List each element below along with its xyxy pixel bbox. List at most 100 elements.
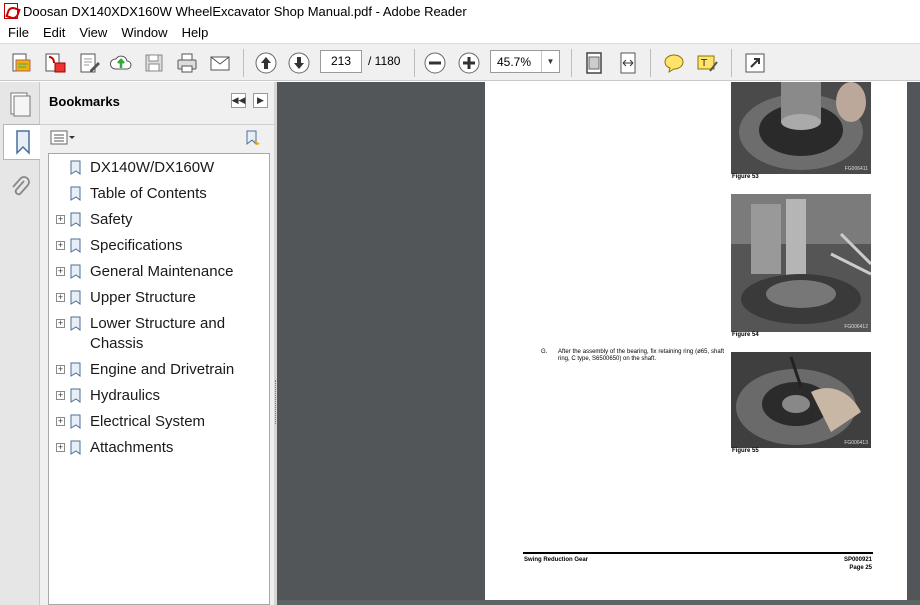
title-bar: Doosan DX140XDX160W WheelExcavator Shop … [0,0,920,22]
bookmark-item[interactable]: + Lower Structure and Chassis [49,314,269,358]
save-icon[interactable] [141,50,167,76]
toolbar: T [0,43,920,81]
bookmarks-toolbar [40,124,274,152]
footer-rule [523,552,873,554]
chevron-down-icon[interactable]: ▼ [541,51,559,72]
bookmark-item[interactable]: + Upper Structure [49,288,269,312]
horizontal-scrollbar[interactable] [277,600,920,605]
zoom-in-icon[interactable] [456,50,482,76]
bookmark-label: Hydraulics [90,387,161,404]
bookmark-label: Specifications [90,237,183,254]
figure-caption: Figure 53 [732,174,759,180]
bookmark-icon [70,212,81,227]
fullscreen-icon[interactable] [742,50,768,76]
bookmark-label: General Maintenance [90,263,234,280]
step-text: After the assembly of the bearing, fix r… [558,349,724,362]
toolbar-separator [243,49,244,77]
figure-code: FG006412 [844,324,868,330]
bookmark-item[interactable]: + Engine and Drivetrain [49,360,269,384]
page-number-input[interactable]: 213 [320,50,362,73]
pdf-page: FG006411 Figure 53 FG006412 Figure 54 FG… [485,82,907,600]
next-page-icon[interactable] [286,50,312,76]
bookmarks-panel: Bookmarks ◀◀ ▶ DX140W/DX160W Table of Con… [40,82,274,605]
bookmark-label: Attachments [90,439,174,456]
toolbar-separator [571,49,572,77]
figure-53-image: FG006411 [731,82,871,174]
prev-page-icon[interactable] [253,50,279,76]
fit-width-icon[interactable] [615,50,641,76]
fit-page-icon[interactable] [581,50,607,76]
expand-icon[interactable]: + [56,365,65,374]
expand-icon[interactable]: + [56,319,65,328]
expand-icon[interactable]: + [56,443,65,452]
page-thumbnails-icon[interactable] [3,86,37,122]
adobe-reader-icon [4,3,18,19]
toolbar-separator [414,49,415,77]
print-icon[interactable] [174,50,200,76]
figure-54-image: FG006412 [731,194,871,332]
bookmark-item[interactable]: + Specifications [49,236,269,260]
zoom-value: 45.7% [497,55,532,69]
step-letter: G. [541,349,548,355]
menu-view[interactable]: View [73,25,113,40]
bookmark-icon [70,264,81,279]
expand-icon[interactable]: + [56,241,65,250]
toolbar-separator [650,49,651,77]
zoom-select[interactable]: 45.7% ▼ [490,50,560,73]
hide-panel-icon[interactable]: ▶ [253,93,268,108]
bookmark-item[interactable]: + Electrical System [49,412,269,436]
figure-code: FG006411 [844,166,868,172]
bookmark-item[interactable]: DX140W/DX160W [49,158,269,182]
bookmark-label: Engine and Drivetrain [90,361,235,378]
bookmark-item[interactable]: Table of Contents [49,184,269,208]
bookmarks-title: Bookmarks [49,94,120,109]
collapse-panel-icon[interactable]: ◀◀ [231,93,246,108]
footer-page-number: Page 25 [849,565,872,571]
page-total-label: / 1180 [368,54,401,68]
bookmark-icon [70,388,81,403]
highlight-icon[interactable]: T [694,50,720,76]
bookmark-icon [70,186,81,201]
footer-section-title: Swing Reduction Gear [524,557,589,563]
window-title: Doosan DX140XDX160W WheelExcavator Shop … [23,3,467,19]
export-icon[interactable] [42,50,68,76]
expand-icon[interactable]: + [56,293,65,302]
bookmark-icon [70,316,81,331]
document-view[interactable]: FG006411 Figure 53 FG006412 Figure 54 FG… [277,82,920,605]
bookmark-label: Upper Structure [90,289,196,306]
create-pdf-icon[interactable] [8,50,34,76]
expand-icon[interactable]: + [56,267,65,276]
bookmark-label: Lower Structure and Chassis [90,315,226,352]
menu-edit[interactable]: Edit [37,25,71,40]
bookmark-item[interactable]: + Attachments [49,438,269,462]
bookmark-item[interactable]: + Hydraulics [49,386,269,410]
bookmark-icon [70,414,81,429]
bookmarks-tab-icon[interactable] [3,124,41,160]
email-icon[interactable] [207,50,233,76]
footer-doc-code: SP000921 [843,557,872,563]
menu-bar: File Edit View Window Help [0,22,920,43]
expand-icon[interactable]: + [56,417,65,426]
upload-icon[interactable] [108,50,134,76]
bookmark-icon [70,160,81,175]
figure-caption: Figure 54 [732,332,759,338]
toolbar-separator [731,49,732,77]
bookmark-item[interactable]: + Safety [49,210,269,234]
edit-icon[interactable] [76,50,102,76]
options-menu-icon[interactable] [50,130,76,146]
comment-icon[interactable] [661,50,687,76]
menu-window[interactable]: Window [115,25,173,40]
bookmark-icon [70,290,81,305]
bookmark-icon [70,362,81,377]
expand-icon[interactable]: + [56,391,65,400]
zoom-out-icon[interactable] [422,50,448,76]
bookmark-label: Electrical System [90,413,206,430]
menu-help[interactable]: Help [176,25,215,40]
attachments-icon[interactable] [3,170,37,206]
menu-file[interactable]: File [2,25,35,40]
bookmark-label: DX140W/DX160W [90,159,215,176]
expand-icon[interactable]: + [56,215,65,224]
bookmark-item[interactable]: + General Maintenance [49,262,269,286]
new-bookmark-icon[interactable] [244,129,262,147]
figure-caption: Figure 55 [732,448,759,454]
